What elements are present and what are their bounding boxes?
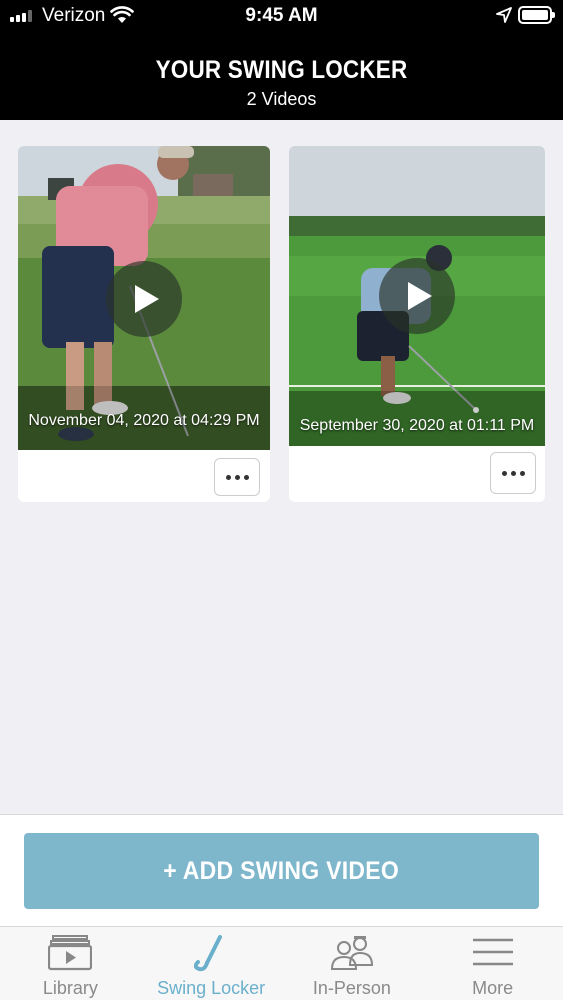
more-options-icon bbox=[501, 470, 507, 476]
video-thumbnail[interactable]: November 04, 2020 at 04:29 PM bbox=[18, 146, 270, 450]
status-bar: Verizon 9:45 AM bbox=[0, 0, 563, 32]
tab-bar: Library Swing Locker In-Person More bbox=[0, 926, 563, 1000]
video-card[interactable]: November 04, 2020 at 04:29 PM bbox=[18, 146, 270, 502]
video-library-icon bbox=[48, 935, 93, 971]
more-options-icon bbox=[225, 474, 231, 480]
page-header: YOUR SWING LOCKER 2 Videos bbox=[0, 32, 563, 120]
video-thumbnail[interactable]: September 30, 2020 at 01:11 PM bbox=[289, 146, 545, 446]
play-icon[interactable] bbox=[379, 258, 455, 334]
hamburger-menu-icon bbox=[472, 938, 513, 966]
video-card[interactable]: September 30, 2020 at 01:11 PM bbox=[289, 146, 545, 502]
video-date: November 04, 2020 at 04:29 PM bbox=[28, 412, 260, 429]
tab-more[interactable]: More bbox=[422, 927, 563, 1000]
play-icon[interactable] bbox=[106, 261, 182, 337]
people-icon bbox=[330, 936, 373, 970]
tab-library[interactable]: Library bbox=[0, 927, 141, 1000]
golf-club-icon bbox=[194, 935, 223, 972]
tab-in-person[interactable]: In-Person bbox=[282, 927, 423, 1000]
location-icon bbox=[496, 7, 512, 23]
video-date: September 30, 2020 at 01:11 PM bbox=[299, 417, 535, 434]
video-count: 2 Videos bbox=[246, 89, 317, 109]
tab-label: Swing Locker bbox=[157, 978, 266, 998]
tab-label: In-Person bbox=[312, 978, 391, 998]
more-options-button[interactable] bbox=[490, 452, 536, 494]
tab-label: Library bbox=[42, 978, 98, 998]
battery-icon bbox=[518, 6, 555, 24]
add-swing-video-button[interactable]: + ADD SWING VIDEO bbox=[24, 833, 539, 909]
page-title: YOUR SWING LOCKER bbox=[155, 56, 408, 84]
action-area: + ADD SWING VIDEO bbox=[0, 814, 563, 926]
tab-label: More bbox=[472, 978, 514, 998]
tab-swing-locker[interactable]: Swing Locker bbox=[141, 927, 282, 1000]
status-time: 9:45 AM bbox=[245, 5, 318, 26]
add-swing-video-label: + ADD SWING VIDEO bbox=[163, 857, 400, 885]
more-options-button[interactable] bbox=[214, 458, 260, 496]
